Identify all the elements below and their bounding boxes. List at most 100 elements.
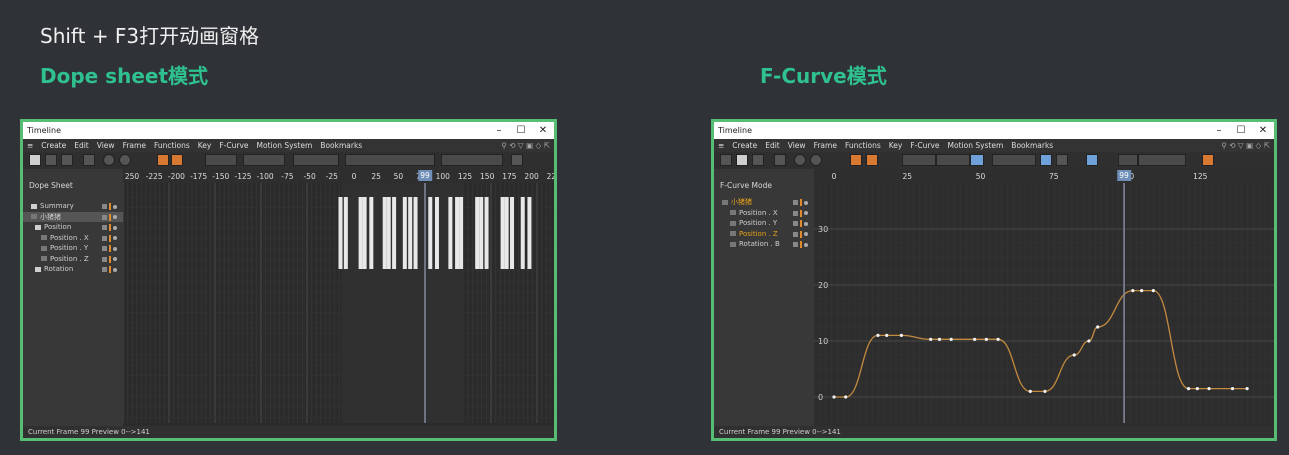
key-remove-button[interactable] bbox=[866, 154, 878, 166]
filter-button[interactable] bbox=[83, 154, 95, 166]
menu-fcurve[interactable]: F-Curve bbox=[910, 141, 939, 150]
menu-edit[interactable]: Edit bbox=[74, 141, 89, 150]
maximize-button[interactable]: ☐ bbox=[1230, 125, 1252, 136]
curve-area[interactable]: 30 20 10 0 bbox=[814, 183, 1274, 426]
dope-sheet-mode-button[interactable] bbox=[720, 154, 732, 166]
menu-fcurve[interactable]: F-Curve bbox=[219, 141, 248, 150]
settings-icon[interactable] bbox=[511, 154, 523, 166]
tree-row-label: Position . Y bbox=[739, 219, 778, 228]
interpolation-group[interactable] bbox=[205, 154, 237, 166]
motion-mode-button[interactable] bbox=[752, 154, 764, 166]
tree-row[interactable]: Position . Z bbox=[23, 254, 123, 265]
fcurve-mode-button[interactable] bbox=[736, 154, 748, 166]
key-add-button[interactable] bbox=[157, 154, 169, 166]
frame-ruler[interactable]: 250 -225 -200 -175 -150 -125 -100 -75 -50 -25 0 25 5… bbox=[123, 169, 554, 183]
tree-row[interactable]: Rotation bbox=[23, 264, 123, 275]
filter-button[interactable] bbox=[774, 154, 786, 166]
row-state-icons[interactable] bbox=[102, 245, 117, 252]
keyframe-mark bbox=[459, 197, 464, 269]
snap-tools-group[interactable] bbox=[441, 154, 503, 166]
row-state-icons[interactable] bbox=[793, 220, 808, 227]
ruler-tick-label: 225 bbox=[546, 172, 557, 181]
menu-create[interactable]: Create bbox=[732, 141, 757, 150]
playhead-marker[interactable]: 99 bbox=[418, 170, 432, 181]
tangent-group[interactable] bbox=[992, 154, 1036, 166]
dope-sheet-mode-button[interactable] bbox=[29, 154, 41, 166]
row-state-icons[interactable] bbox=[793, 241, 808, 248]
maximize-button[interactable]: ☐ bbox=[510, 125, 532, 136]
key-tools-group[interactable] bbox=[902, 154, 936, 166]
menu-tool-icons[interactable]: ⚲ ⟲ ▽ ▣ ◇ ⇱ bbox=[501, 141, 554, 150]
fcurve-mode-button[interactable] bbox=[45, 154, 57, 166]
menu-frame[interactable]: Frame bbox=[814, 141, 837, 150]
menu-key[interactable]: Key bbox=[889, 141, 903, 150]
key-add-button[interactable] bbox=[850, 154, 862, 166]
tree-row[interactable]: Summary bbox=[23, 201, 123, 212]
track-icon bbox=[730, 241, 736, 247]
menu-bookmarks[interactable]: Bookmarks bbox=[1011, 141, 1053, 150]
menu-frame[interactable]: Frame bbox=[123, 141, 146, 150]
key-tools-group[interactable] bbox=[293, 154, 339, 166]
menu-functions[interactable]: Functions bbox=[154, 141, 190, 150]
menu-create[interactable]: Create bbox=[41, 141, 66, 150]
snap-button[interactable] bbox=[1040, 154, 1052, 166]
title-bar[interactable]: Timeline – ☐ ✕ bbox=[714, 122, 1274, 139]
menu-motion-system[interactable]: Motion System bbox=[948, 141, 1004, 150]
menu-bookmarks[interactable]: Bookmarks bbox=[320, 141, 362, 150]
menu-motion-system[interactable]: Motion System bbox=[257, 141, 313, 150]
folder-icon bbox=[35, 224, 41, 230]
row-state-icons[interactable] bbox=[102, 255, 117, 263]
record-icon[interactable] bbox=[794, 154, 806, 166]
row-state-icons[interactable] bbox=[102, 203, 117, 210]
view-group[interactable] bbox=[1118, 154, 1138, 166]
frame-ruler[interactable]: 025507510012599 bbox=[814, 169, 1274, 183]
tree-row[interactable]: Position . X bbox=[714, 208, 814, 219]
settings-icon[interactable] bbox=[1202, 154, 1214, 166]
layer-tools-group[interactable] bbox=[1138, 154, 1186, 166]
menu-edit[interactable]: Edit bbox=[765, 141, 780, 150]
row-state-icons[interactable] bbox=[102, 234, 117, 242]
menu-key[interactable]: Key bbox=[198, 141, 212, 150]
linear-button[interactable] bbox=[970, 154, 984, 166]
playhead-marker[interactable]: 99 bbox=[1117, 170, 1131, 181]
tree-row[interactable]: Rotation . B bbox=[714, 239, 814, 250]
tree-row[interactable]: 小猪猪 bbox=[23, 211, 123, 222]
row-state-icons[interactable] bbox=[793, 199, 808, 206]
fcurve-canvas[interactable]: 30 20 10 0 bbox=[814, 183, 1274, 423]
menu-tool-icons[interactable]: ⚲ ⟲ ▽ ▣ ◇ ⇱ bbox=[1221, 141, 1274, 150]
minimize-button[interactable]: – bbox=[1208, 125, 1230, 136]
tree-row[interactable]: Position . Z bbox=[714, 229, 814, 240]
layer-tools-group[interactable] bbox=[345, 154, 435, 166]
interpolation-group[interactable] bbox=[936, 154, 970, 166]
tree-row[interactable]: Position . Y bbox=[23, 243, 123, 254]
menu-icon[interactable]: ≡ bbox=[27, 141, 33, 150]
tree-row[interactable]: Position . X bbox=[23, 233, 123, 244]
menu-view[interactable]: View bbox=[97, 141, 115, 150]
close-button[interactable]: ✕ bbox=[532, 125, 554, 136]
autokey-icon[interactable] bbox=[119, 154, 131, 166]
motion-mode-button[interactable] bbox=[61, 154, 73, 166]
key-remove-button[interactable] bbox=[171, 154, 183, 166]
tree-row[interactable]: Position . Y bbox=[714, 218, 814, 229]
title-bar[interactable]: Timeline – ☐ ✕ bbox=[23, 122, 554, 139]
dope-sheet-canvas[interactable] bbox=[123, 183, 554, 423]
autokey-icon[interactable] bbox=[810, 154, 822, 166]
menu-view[interactable]: View bbox=[788, 141, 806, 150]
tree-row[interactable]: Position bbox=[23, 222, 123, 233]
keyframe-area[interactable] bbox=[123, 183, 554, 426]
row-state-icons[interactable] bbox=[793, 209, 808, 217]
menu-icon[interactable]: ≡ bbox=[718, 141, 724, 150]
frame-all-button[interactable] bbox=[1086, 154, 1098, 166]
lock-icon[interactable] bbox=[1056, 154, 1068, 166]
row-state-icons[interactable] bbox=[102, 213, 117, 221]
row-state-icons[interactable] bbox=[102, 224, 117, 231]
slide-title: Shift + F3打开动画窗格 bbox=[40, 24, 260, 48]
row-state-icons[interactable] bbox=[793, 230, 808, 238]
tree-row[interactable]: 小猪猪 bbox=[714, 197, 814, 208]
menu-functions[interactable]: Functions bbox=[845, 141, 881, 150]
tangent-group[interactable] bbox=[243, 154, 285, 166]
row-state-icons[interactable] bbox=[102, 266, 117, 273]
record-icon[interactable] bbox=[103, 154, 115, 166]
close-button[interactable]: ✕ bbox=[1252, 125, 1274, 136]
minimize-button[interactable]: – bbox=[488, 125, 510, 136]
